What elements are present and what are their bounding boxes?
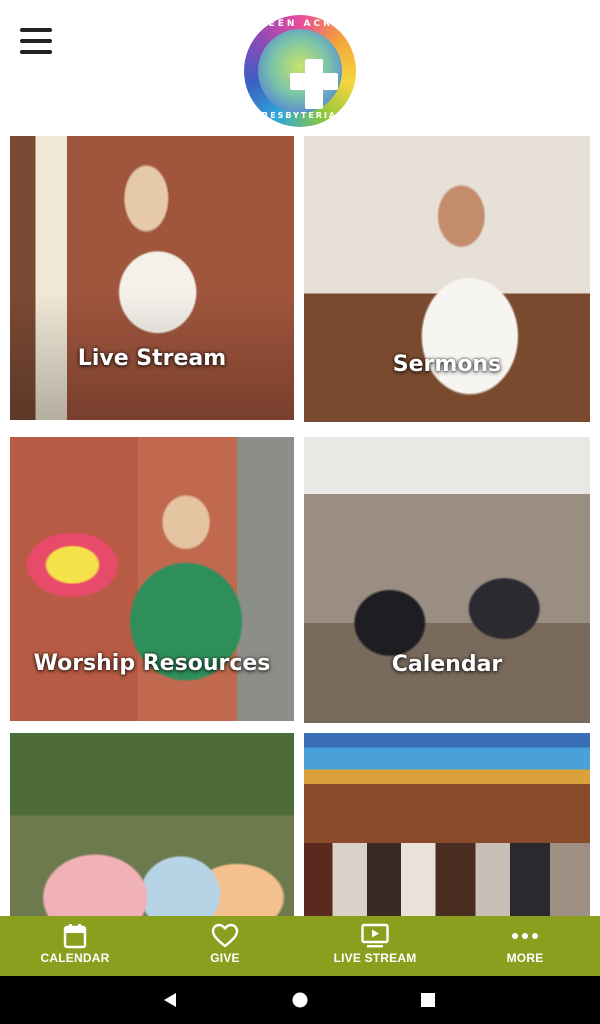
tile-calendar[interactable]: Calendar [304, 437, 590, 723]
tile-label: Sermons [392, 352, 502, 377]
home-icon[interactable] [290, 990, 310, 1010]
tile-sermons[interactable]: Sermons [304, 136, 590, 422]
app-screen: GREEN ACRES PRESBYTERIAN Live Stream Ser… [0, 0, 600, 1024]
nav-label: MORE [506, 951, 544, 965]
tile-label: Calendar [391, 652, 503, 677]
nav-label: CALENDAR [40, 951, 110, 965]
play-screen-icon [361, 923, 389, 948]
recents-icon[interactable] [418, 990, 438, 1010]
nav-more[interactable]: MORE [450, 916, 600, 976]
tile-worship-resources[interactable]: Worship Resources [10, 437, 294, 721]
system-navigation-bar [0, 976, 600, 1024]
cross-icon-bar [290, 73, 338, 90]
tile-label: Worship Resources [33, 651, 271, 676]
tile-youth-photo[interactable] [10, 733, 294, 916]
tile-label: Live Stream [77, 346, 227, 371]
logo-emblem [258, 29, 342, 113]
heart-icon [211, 923, 239, 948]
logo-text-bottom: PRESBYTERIAN [254, 111, 346, 120]
calendar-icon [63, 924, 87, 949]
logo-text-top: GREEN ACRES [248, 19, 352, 29]
nav-label: GIVE [210, 951, 240, 965]
church-logo[interactable]: GREEN ACRES PRESBYTERIAN [244, 15, 356, 127]
nav-give[interactable]: GIVE [150, 916, 300, 976]
app-header: GREEN ACRES PRESBYTERIAN [0, 0, 600, 130]
tile-live-stream[interactable]: Live Stream [10, 136, 294, 420]
more-dots-icon [512, 933, 538, 939]
nav-label: LIVE STREAM [333, 951, 417, 965]
nav-live-stream[interactable]: LIVE STREAM [300, 916, 450, 976]
nav-calendar[interactable]: CALENDAR [0, 916, 150, 976]
hamburger-menu-icon[interactable] [18, 28, 54, 60]
back-icon[interactable] [160, 990, 180, 1010]
bottom-navigation: CALENDAR GIVE LIVE STREAM MORE [0, 916, 600, 976]
tile-prayer-photo[interactable] [304, 733, 590, 916]
